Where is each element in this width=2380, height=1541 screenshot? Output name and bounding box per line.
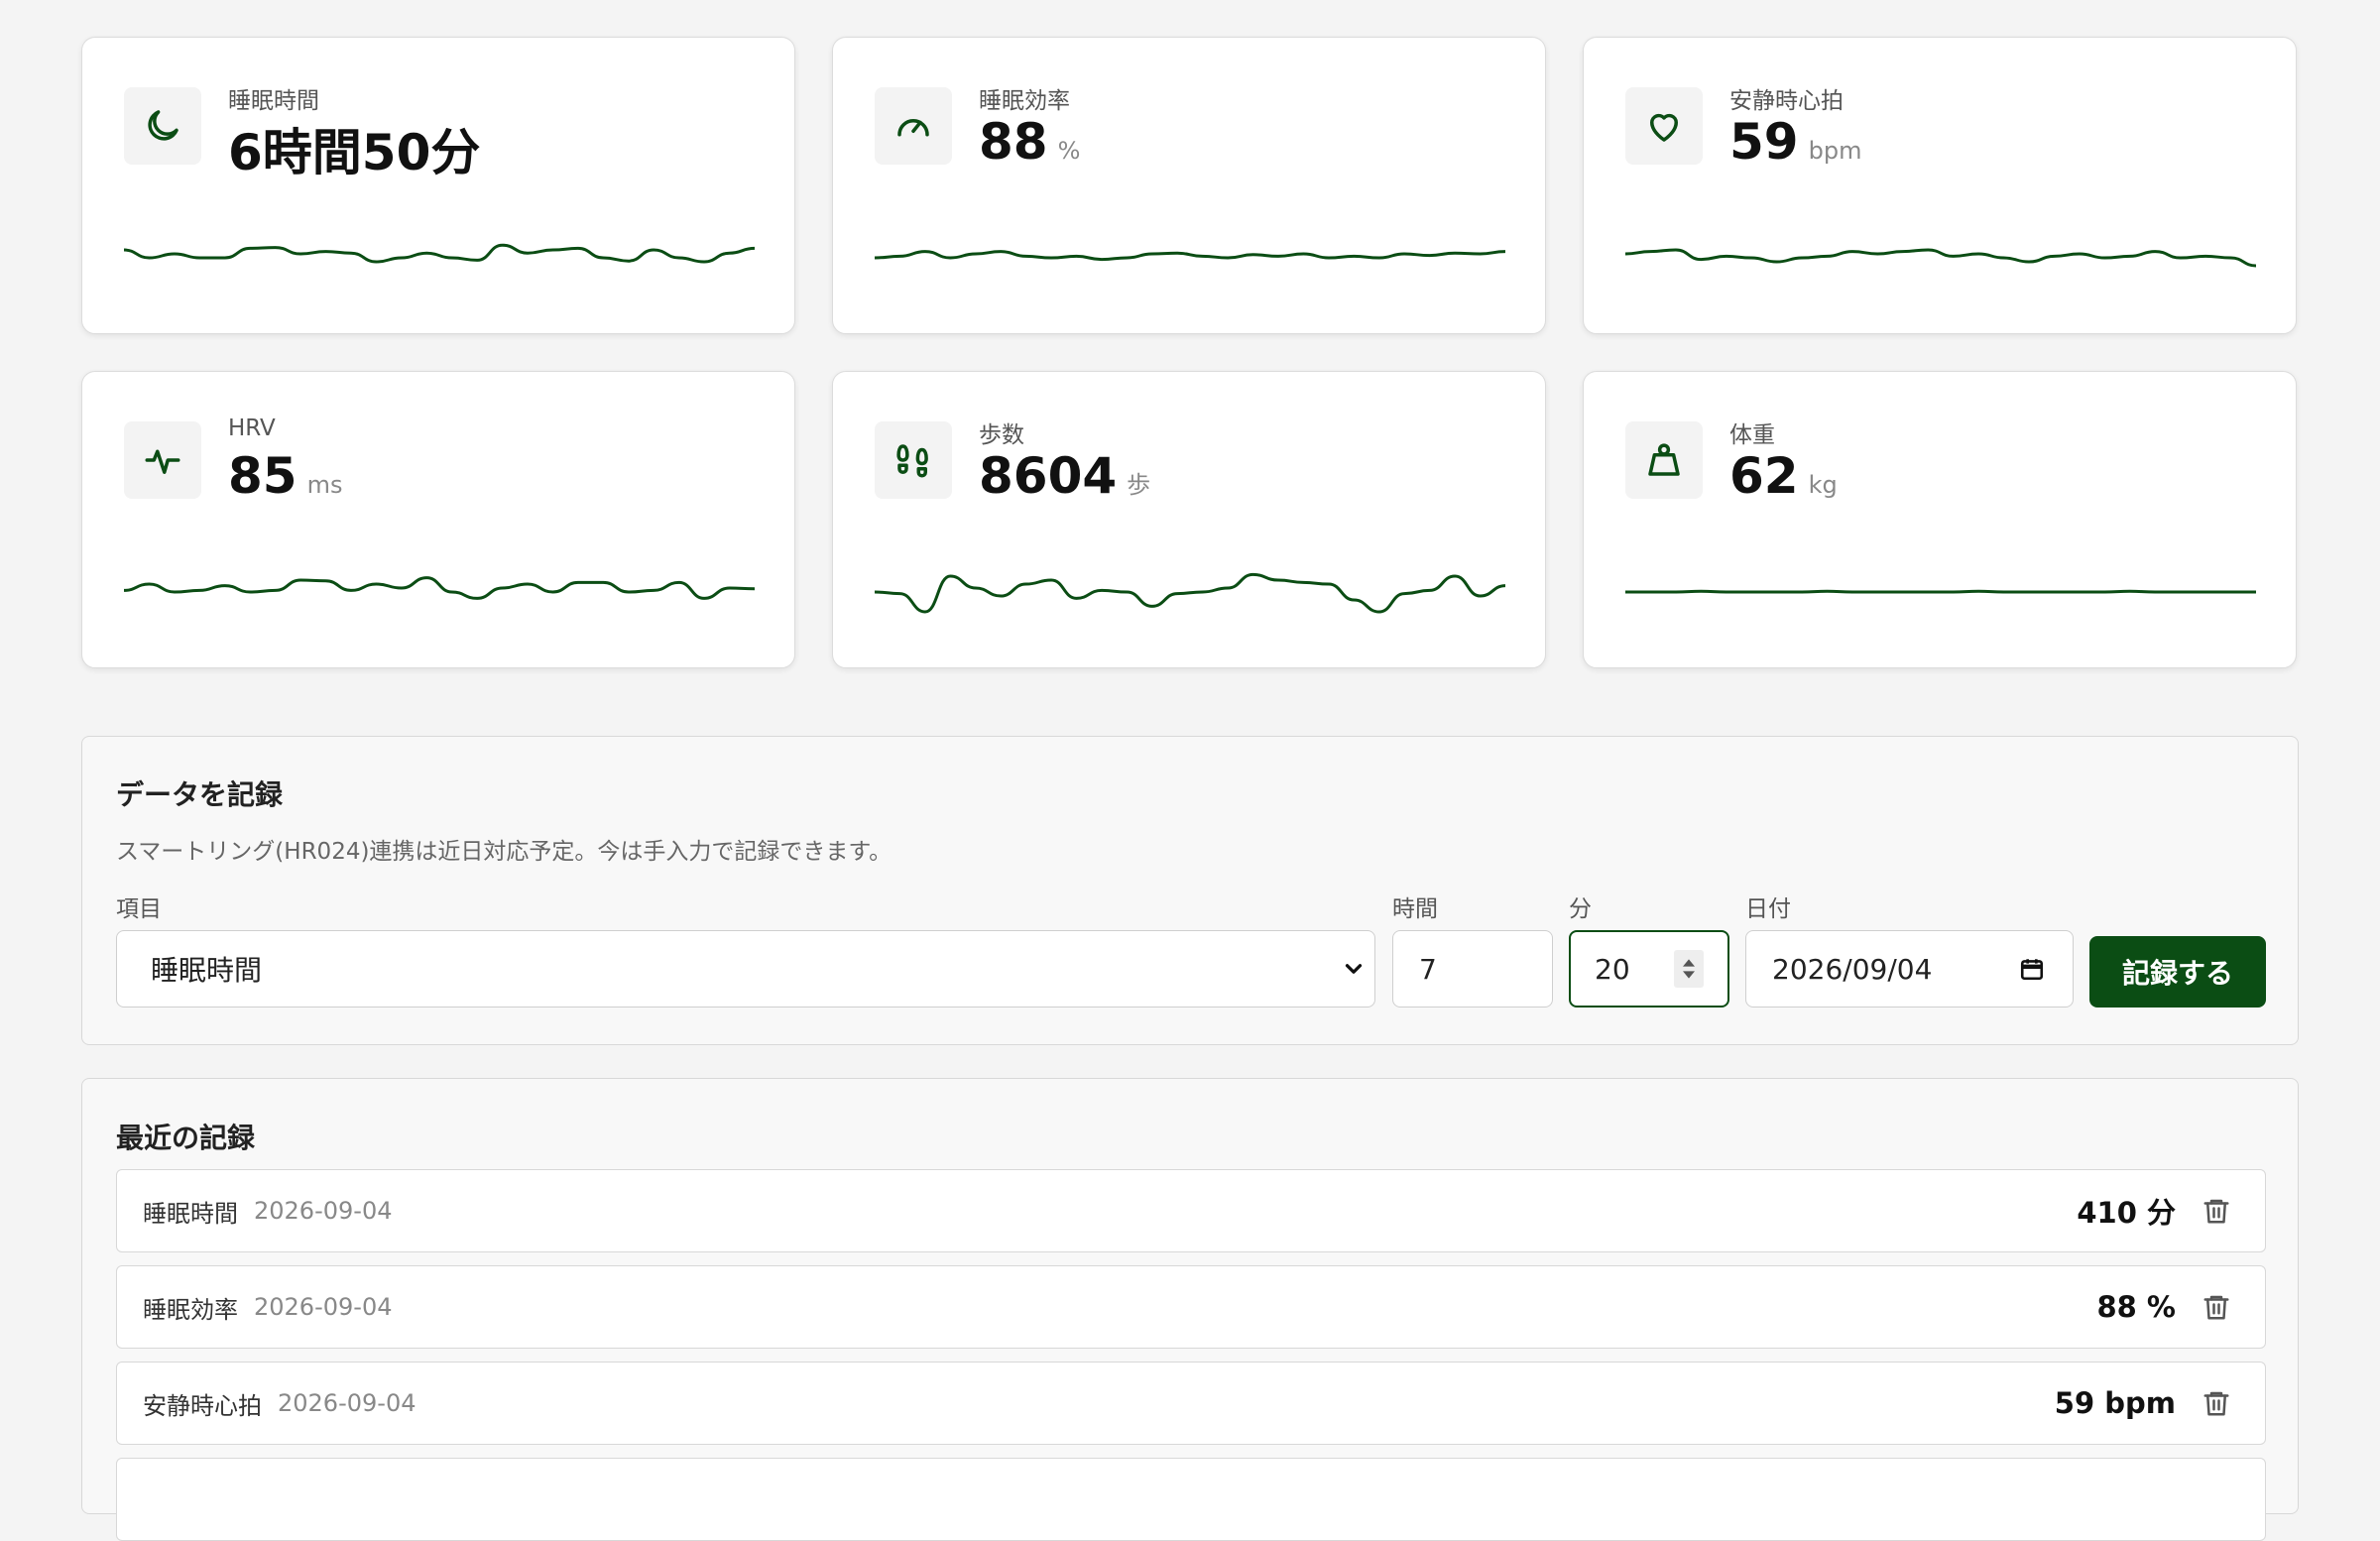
sparkline-path bbox=[124, 576, 755, 600]
record-value: 88 % bbox=[2096, 1290, 2176, 1324]
sparkline bbox=[124, 243, 755, 264]
minutes-input[interactable]: 20 bbox=[1569, 930, 1729, 1008]
metric-unit: kg bbox=[1808, 471, 1838, 499]
metric-card-hrv: HRV 85 ms bbox=[81, 371, 795, 668]
record-row: 睡眠効率 2026-09-04 88 % bbox=[116, 1265, 2266, 1349]
stepper-up-icon[interactable] bbox=[1683, 959, 1695, 967]
metric-unit: bpm bbox=[1808, 137, 1862, 165]
metric-value: 62 bbox=[1729, 447, 1799, 505]
chevron-down-icon bbox=[1345, 964, 1363, 974]
calendar-icon[interactable] bbox=[2019, 956, 2045, 982]
minutes-stepper[interactable] bbox=[1674, 950, 1704, 988]
record-submit-button[interactable]: 記録する bbox=[2089, 936, 2266, 1008]
minutes-input-value: 20 bbox=[1595, 952, 1630, 986]
hours-input[interactable]: 7 bbox=[1392, 930, 1553, 1008]
weight-icon bbox=[1625, 421, 1703, 499]
record-row: 睡眠時間 2026-09-04 410 分 bbox=[116, 1169, 2266, 1252]
metric-unit: ms bbox=[306, 471, 343, 499]
minutes-label: 分 bbox=[1569, 896, 1592, 922]
metric-card-sleep-efficiency: 睡眠効率 88% bbox=[832, 37, 1546, 334]
record-name: 安静時心拍 bbox=[143, 1391, 262, 1420]
metric-card-sleep-time: 睡眠時間 6時間50分 bbox=[81, 37, 795, 334]
sparkline-path bbox=[875, 250, 1505, 262]
hours-input-value: 7 bbox=[1419, 952, 1437, 986]
integration-note: スマートリング(HR024)連携は近日対応予定。今は手入力で記録できます。 bbox=[116, 839, 892, 865]
item-select-value: 睡眠時間 bbox=[151, 954, 263, 987]
activity-icon bbox=[124, 421, 201, 499]
date-label: 日付 bbox=[1745, 896, 1791, 922]
record-row-partial bbox=[116, 1458, 2266, 1541]
item-select[interactable]: 睡眠時間 bbox=[116, 930, 1375, 1008]
record-form-panel: データを記録 スマートリング(HR024)連携は近日対応予定。今は手入力で記録で… bbox=[81, 736, 2299, 1045]
moon-icon bbox=[124, 87, 201, 165]
sparkline bbox=[1625, 589, 2256, 594]
trash-icon[interactable] bbox=[2202, 1291, 2231, 1323]
metric-value: 59 bbox=[1729, 113, 1799, 171]
metric-label: 睡眠時間 bbox=[228, 88, 319, 114]
metric-label: 睡眠効率 bbox=[979, 88, 1070, 114]
metric-card-weight: 体重 62 kg bbox=[1583, 371, 2297, 668]
metric-unit: % bbox=[1057, 137, 1081, 165]
metric-label: 歩数 bbox=[979, 422, 1024, 448]
metric-value: 8604 bbox=[979, 447, 1118, 505]
sparkline bbox=[1625, 248, 2256, 268]
sparkline bbox=[875, 572, 1505, 614]
footprints-icon bbox=[875, 421, 952, 499]
sparkline bbox=[124, 576, 755, 600]
metric-value: 6時間50分 bbox=[228, 124, 481, 181]
sparkline bbox=[875, 250, 1505, 262]
trash-icon[interactable] bbox=[2202, 1387, 2231, 1419]
item-label: 項目 bbox=[116, 896, 162, 922]
record-value: 410 分 bbox=[2077, 1196, 2176, 1230]
record-form-title: データを記録 bbox=[116, 778, 284, 811]
metric-value: 88 bbox=[979, 113, 1048, 171]
stepper-down-icon[interactable] bbox=[1683, 971, 1695, 979]
sparkline-path bbox=[1625, 589, 2256, 594]
heart-icon bbox=[1625, 87, 1703, 165]
record-date: 2026-09-04 bbox=[254, 1293, 393, 1321]
record-value: 59 bpm bbox=[2054, 1386, 2176, 1420]
hours-label: 時間 bbox=[1392, 896, 1438, 922]
date-input[interactable]: 2026/09/04 bbox=[1745, 930, 2074, 1008]
record-date: 2026-09-04 bbox=[278, 1389, 416, 1417]
recent-records-panel: 最近の記録 睡眠時間 2026-09-04 410 分 睡眠効率 2026-09… bbox=[81, 1078, 2299, 1541]
record-date: 2026-09-04 bbox=[254, 1197, 393, 1225]
metric-card-steps: 歩数 8604 歩 bbox=[832, 371, 1546, 668]
record-row: 安静時心拍 2026-09-04 59 bpm bbox=[116, 1362, 2266, 1445]
metric-value: 85 bbox=[228, 447, 298, 505]
date-input-value: 2026/09/04 bbox=[1772, 952, 1933, 986]
sparkline-path bbox=[124, 243, 755, 264]
record-name: 睡眠時間 bbox=[143, 1199, 238, 1228]
sparkline-path bbox=[875, 572, 1505, 614]
recent-records-title: 最近の記録 bbox=[116, 1122, 256, 1154]
record-name: 睡眠効率 bbox=[143, 1295, 238, 1324]
metric-label: 安静時心拍 bbox=[1729, 88, 1844, 114]
metric-card-resting-heart-rate: 安静時心拍 59 bpm bbox=[1583, 37, 2297, 334]
metric-unit: 歩 bbox=[1127, 471, 1151, 499]
gauge-icon bbox=[875, 87, 952, 165]
trash-icon[interactable] bbox=[2202, 1195, 2231, 1227]
metric-label: HRV bbox=[228, 415, 276, 441]
metric-label: 体重 bbox=[1729, 422, 1775, 448]
sparkline-path bbox=[1625, 248, 2256, 268]
